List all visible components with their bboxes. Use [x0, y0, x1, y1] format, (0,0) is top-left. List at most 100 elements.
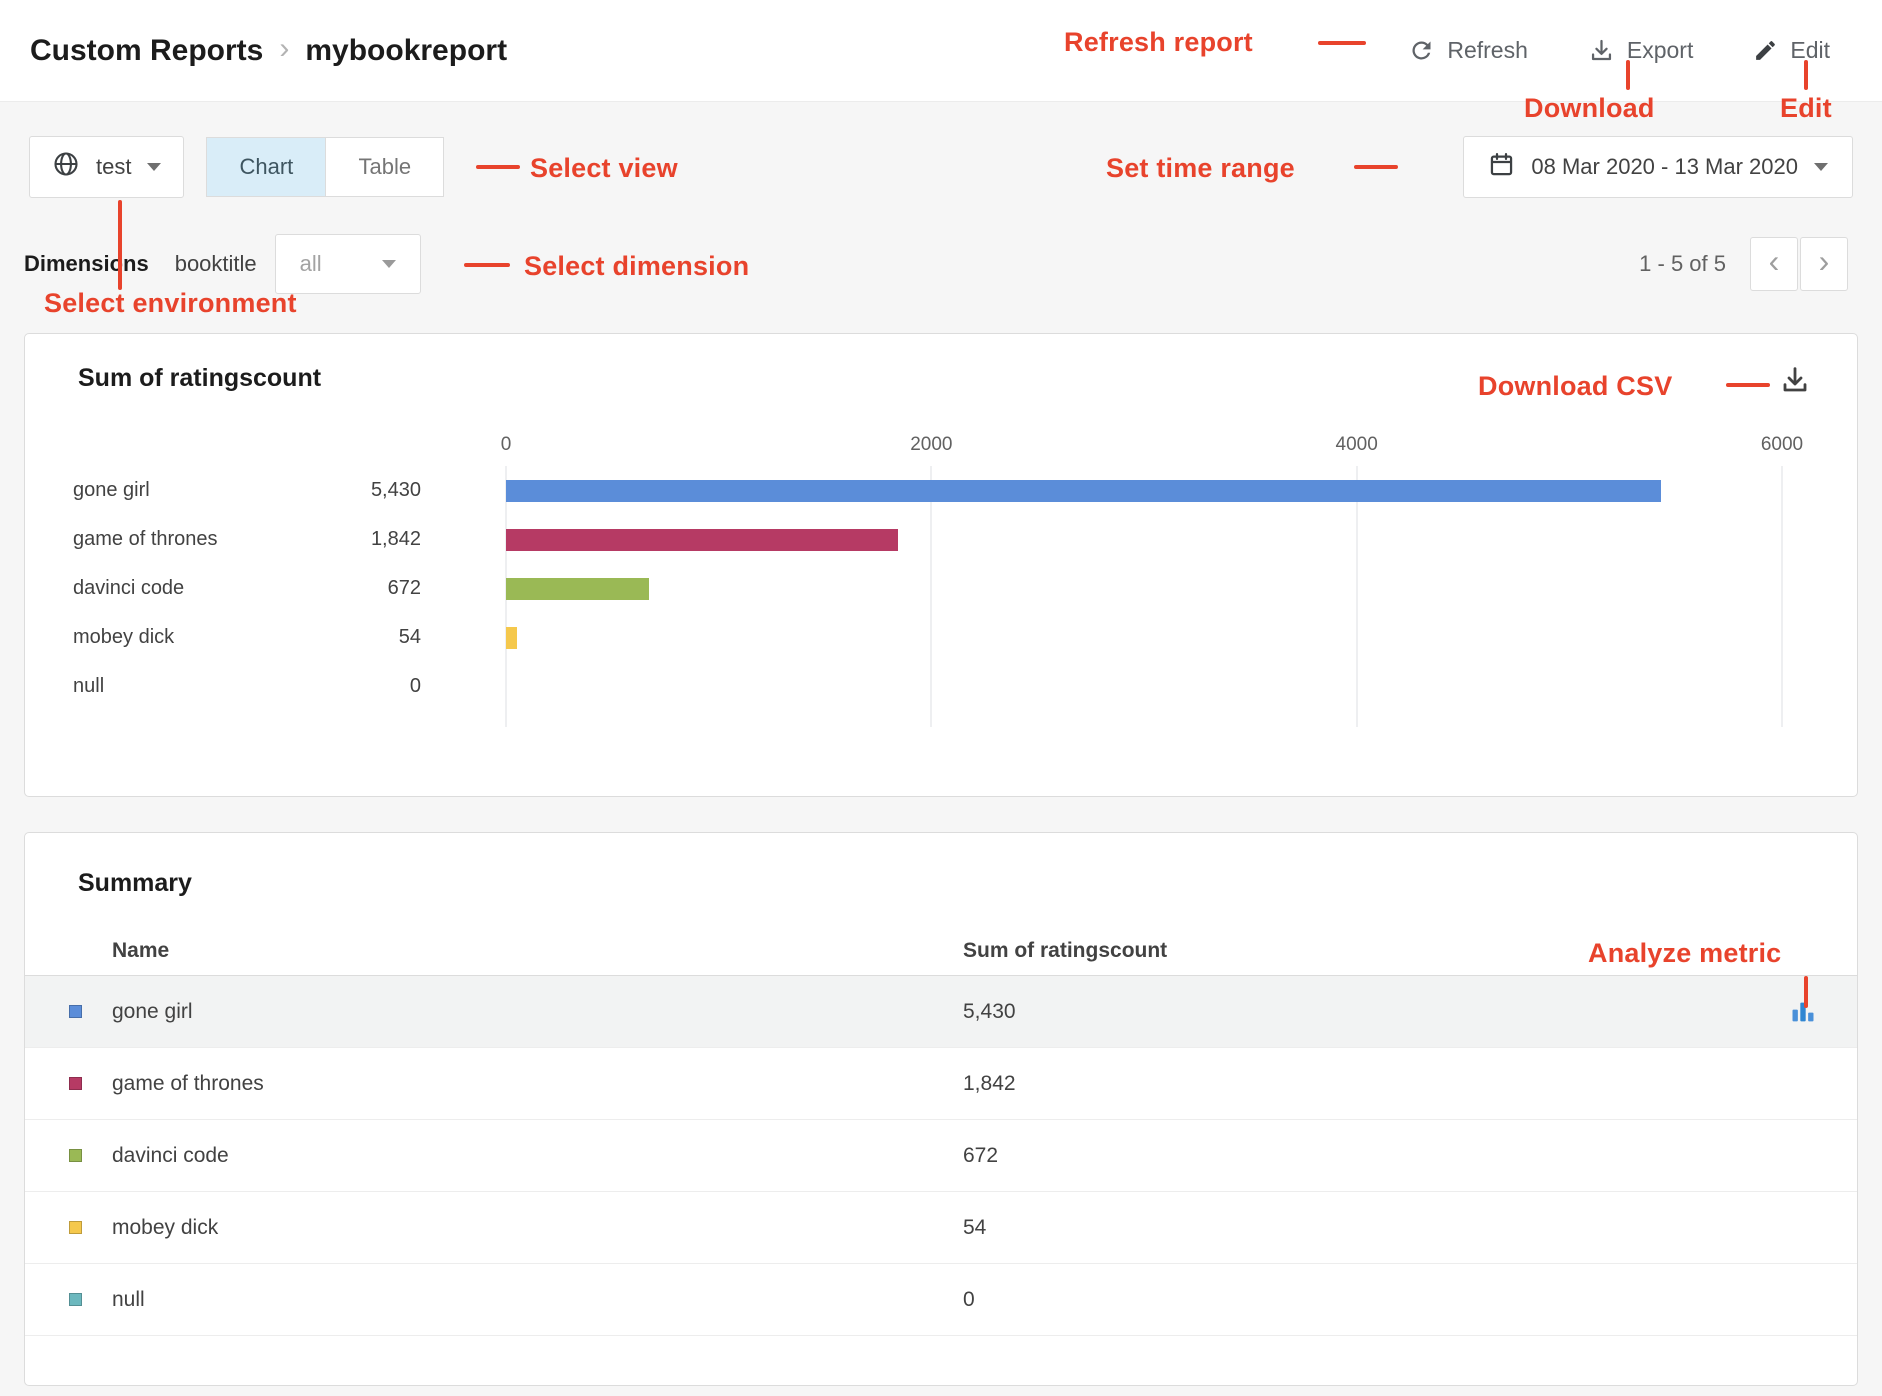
legend-swatch — [69, 1221, 82, 1234]
chart-bar — [506, 529, 898, 551]
annotation-edit: Edit — [1780, 93, 1832, 124]
annotation-line-edit — [1804, 60, 1808, 90]
row-name: davinci code — [112, 1144, 963, 1168]
annotation-set-time-range: Set time range — [1106, 153, 1295, 184]
header: Custom Reports › mybookreport Refresh Ex… — [0, 0, 1882, 102]
annotation-line-refresh-report — [1318, 41, 1366, 45]
chart-value-label: 54 — [293, 626, 421, 649]
annotation-line-download-csv — [1726, 383, 1770, 387]
chart-value-label: 5,430 — [293, 479, 421, 502]
chevron-right-icon: › — [1819, 243, 1830, 280]
annotation-refresh-report: Refresh report — [1064, 27, 1253, 58]
chart-category-label: game of thrones — [73, 528, 293, 551]
row-name: null — [112, 1288, 963, 1312]
row-name: game of thrones — [112, 1072, 963, 1096]
legend-swatch — [69, 1293, 82, 1306]
chart-title: Sum of ratingscount — [78, 364, 321, 393]
header-actions: Refresh Export Edit — [1408, 37, 1830, 64]
chart-bar-track — [506, 529, 1782, 551]
legend-swatch — [69, 1077, 82, 1090]
chart-bar-track — [506, 578, 1782, 600]
table-row: mobey dick54 — [25, 1192, 1857, 1264]
annotation-line-select-environment — [118, 200, 122, 290]
chart-category-label: gone girl — [73, 479, 293, 502]
column-header-name: Name — [112, 939, 963, 963]
environment-dropdown[interactable]: test — [29, 136, 184, 198]
globe-icon — [52, 150, 80, 184]
row-value: 0 — [963, 1288, 1785, 1312]
caret-down-icon — [382, 260, 396, 268]
dimension-filter-value: all — [300, 251, 322, 277]
dimensions-label: Dimensions — [24, 251, 149, 277]
chart-value-label: 0 — [293, 675, 421, 698]
annotation-line-set-time-range — [1354, 165, 1398, 169]
chart-category-label: null — [73, 675, 293, 698]
refresh-button[interactable]: Refresh — [1408, 37, 1528, 64]
chart-category-label: mobey dick — [73, 626, 293, 649]
pagination-range: 1 - 5 of 5 — [1639, 251, 1726, 277]
summary-rows: gone girl5,430game of thrones1,842davinc… — [25, 976, 1857, 1336]
row-name: gone girl — [112, 1000, 963, 1024]
summary-table-header: Name Sum of ratingscount — [25, 926, 1857, 976]
row-value: 672 — [963, 1144, 1785, 1168]
breadcrumb: Custom Reports › mybookreport — [30, 34, 507, 68]
bar-chart: 0200040006000 gone girl5,430game of thro… — [73, 430, 1782, 727]
chart-row: mobey dick54 — [73, 613, 1782, 662]
chart-rows: gone girl5,430game of thrones1,842davinc… — [73, 466, 1782, 711]
annotation-select-view: Select view — [530, 153, 678, 184]
axis-tick-label: 6000 — [1761, 434, 1803, 456]
annotation-line-analyze-metric — [1804, 976, 1808, 1008]
chart-row: null0 — [73, 662, 1782, 711]
date-range-value: 08 Mar 2020 - 13 Mar 2020 — [1531, 154, 1798, 180]
chart-bar — [506, 627, 517, 649]
legend-swatch — [69, 1005, 82, 1018]
table-row: null0 — [25, 1264, 1857, 1336]
chart-bar — [506, 578, 649, 600]
chart-bar — [506, 480, 1661, 502]
table-row: gone girl5,430 — [25, 976, 1857, 1048]
download-icon — [1588, 37, 1615, 64]
annotation-select-dimension: Select dimension — [524, 251, 749, 282]
download-csv-button[interactable] — [1779, 364, 1811, 401]
chart-value-label: 672 — [293, 577, 421, 600]
annotation-download: Download — [1524, 93, 1655, 124]
table-row: game of thrones1,842 — [25, 1048, 1857, 1120]
analyze-metric-icon[interactable] — [1785, 998, 1817, 1026]
axis-tick-label: 2000 — [910, 434, 952, 456]
dimension-filter-dropdown[interactable]: all — [275, 234, 421, 294]
annotation-line-download — [1626, 60, 1630, 90]
chart-value-label: 1,842 — [293, 528, 421, 551]
chart-row: gone girl5,430 — [73, 466, 1782, 515]
export-button[interactable]: Export — [1588, 37, 1693, 64]
summary-card: Summary Name Sum of ratingscount gone gi… — [24, 832, 1858, 1386]
row-name: mobey dick — [112, 1216, 963, 1240]
edit-button[interactable]: Edit — [1753, 37, 1830, 64]
legend-swatch — [69, 1149, 82, 1162]
chart-card: Sum of ratingscount 0 2000 4000 6000 gone g… — [24, 333, 1858, 797]
caret-down-icon — [147, 163, 161, 171]
environment-value: test — [96, 154, 131, 180]
annotation-line-select-dimension — [464, 263, 510, 267]
annotation-select-environment: Select environment — [44, 288, 297, 319]
chart-bar-track — [506, 627, 1782, 649]
table-row: davinci code672 — [25, 1120, 1857, 1192]
annotation-download-csv: Download CSV — [1478, 371, 1672, 402]
tab-chart[interactable]: Chart — [206, 137, 326, 197]
pagination-prev-button[interactable]: ‹ — [1750, 237, 1798, 291]
chart-bar-track — [506, 676, 1782, 698]
chart-row: game of thrones1,842 — [73, 515, 1782, 564]
summary-title: Summary — [25, 833, 1857, 898]
date-range-picker[interactable]: 08 Mar 2020 - 13 Mar 2020 — [1463, 136, 1853, 198]
view-toggle: Chart Table — [206, 137, 444, 197]
calendar-icon — [1488, 151, 1515, 184]
row-value: 5,430 — [963, 1000, 1785, 1024]
chart-axis-track: 0200040006000 — [506, 430, 1782, 466]
pagination-next-button[interactable]: › — [1800, 237, 1848, 291]
annotation-analyze-metric: Analyze metric — [1588, 938, 1781, 969]
breadcrumb-current: mybookreport — [305, 34, 507, 68]
breadcrumb-root[interactable]: Custom Reports — [30, 34, 263, 68]
axis-tick-label: 0 — [501, 434, 512, 456]
export-label: Export — [1627, 37, 1693, 64]
axis-tick-label: 4000 — [1336, 434, 1378, 456]
tab-table[interactable]: Table — [326, 137, 444, 197]
